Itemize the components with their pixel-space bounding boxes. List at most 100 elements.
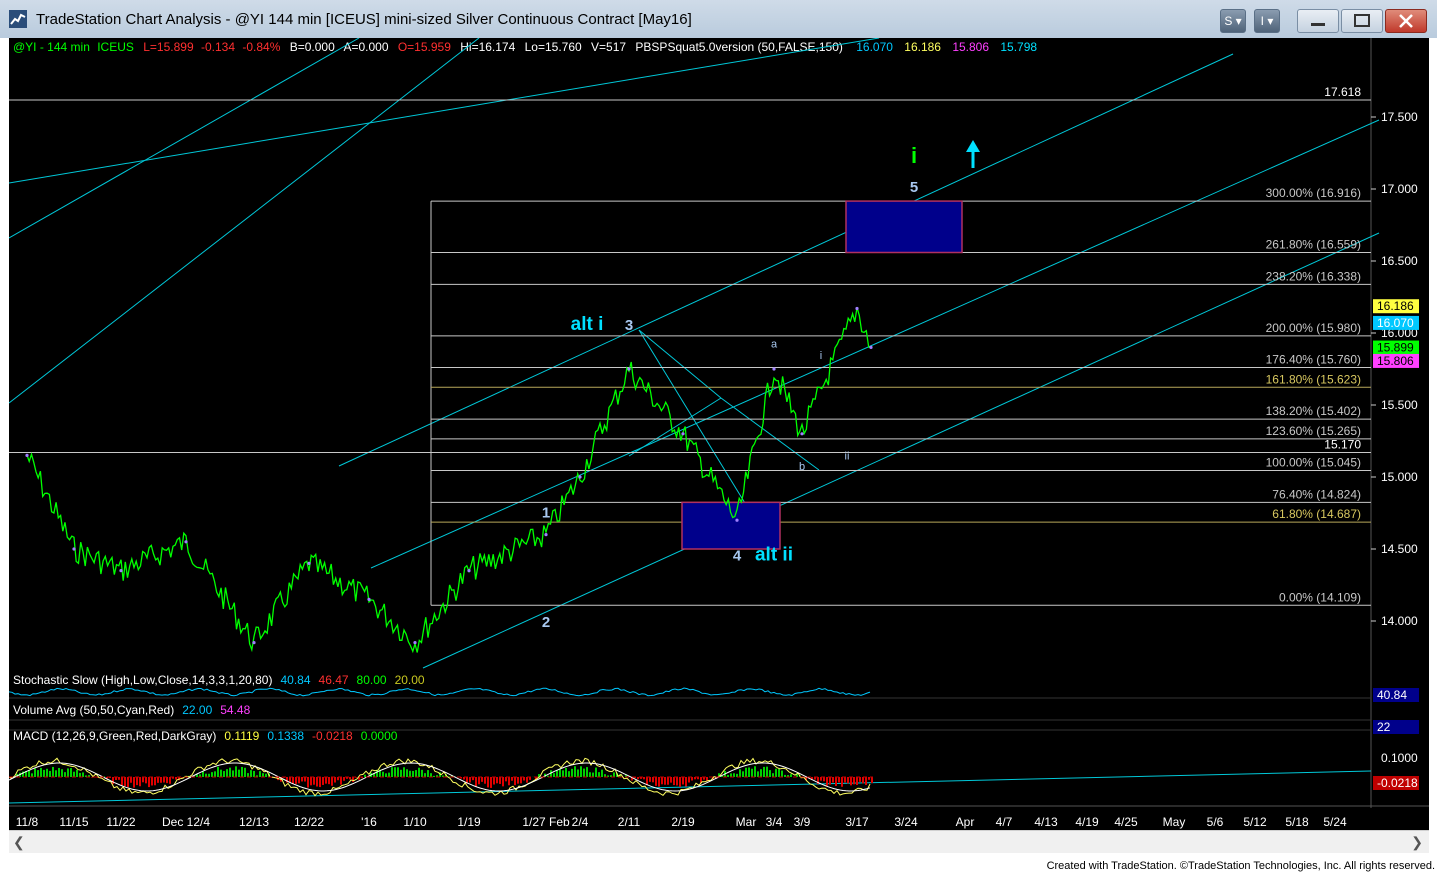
price-point-0	[25, 453, 29, 457]
trend-line-4	[370, 119, 1380, 569]
chart-canvas[interactable]: @YI - 144 min ICEUS L=15.899 -0.134 -0.8…	[8, 37, 1429, 830]
header-ask: A=0.000	[343, 40, 388, 54]
price-point-8	[467, 569, 471, 573]
price-point-17	[869, 345, 873, 349]
wave-label-6: alt i	[571, 314, 604, 335]
wave-label-5: i	[911, 143, 917, 168]
x-tick-label-16: 3/17	[845, 815, 869, 829]
price-marker-0: 16.186	[1377, 299, 1414, 313]
fib-label-2: 238.20% (16.338)	[1266, 269, 1361, 283]
window-title: TradeStation Chart Analysis - @YI 144 mi…	[36, 11, 692, 28]
macd-trend-line	[8, 770, 1372, 804]
x-tick-label-26: 5/18	[1285, 815, 1309, 829]
x-tick-label-12: 2/19	[671, 815, 695, 829]
horizontal-scrollbar[interactable]: ❮ ❯	[9, 830, 1429, 853]
header-last: L=15.899	[143, 40, 194, 54]
trend-line-0	[8, 37, 480, 404]
price-point-6	[367, 597, 371, 602]
x-tick-label-14: 3/4	[766, 815, 783, 829]
scroll-right-icon[interactable]: ❯	[1411, 834, 1423, 851]
indicator-header-1: Volume Avg (50,50,Cyan,Red) 22.00 54.48	[13, 703, 251, 717]
x-tick-label-22: 4/25	[1114, 815, 1138, 829]
header-bid: B=0.000	[290, 40, 335, 54]
volume-marker: 22	[1377, 720, 1391, 734]
wave-label-10: i	[820, 350, 822, 362]
price-point-2	[119, 569, 123, 573]
minimize-button[interactable]	[1297, 9, 1339, 33]
x-tick-label-24: 5/6	[1207, 815, 1224, 829]
header-change-pct: -0.84%	[242, 40, 280, 54]
wave-label-3: 4	[733, 548, 742, 565]
fib-label-5: 161.80% (15.623)	[1266, 372, 1361, 386]
maximize-button[interactable]	[1341, 9, 1383, 33]
price-marker-1: 16.070	[1377, 316, 1414, 330]
cross-line-3	[638, 329, 722, 399]
x-tick-label-9: 1/27 Feb	[522, 815, 570, 829]
header-volume: V=517	[591, 40, 626, 54]
fib-label-3: 200.00% (15.980)	[1266, 321, 1361, 335]
header-study-value-1: 16.070	[856, 40, 893, 54]
trend-line-1	[8, 37, 880, 184]
s-menu-button[interactable]: S ▾	[1220, 9, 1246, 33]
fib-label-4: 176.40% (15.760)	[1266, 353, 1361, 367]
header-study-value-3: 15.806	[952, 40, 989, 54]
fib-label-6: 138.20% (15.402)	[1266, 404, 1361, 418]
price-point-13	[735, 518, 739, 522]
wave-label-8: a	[771, 338, 778, 350]
macd-marker: -0.0218	[1377, 776, 1418, 790]
x-tick-label-20: 4/13	[1034, 815, 1058, 829]
fib-label-9: 76.40% (14.824)	[1272, 487, 1361, 501]
window-titlebar: TradeStation Chart Analysis - @YI 144 mi…	[0, 0, 1437, 38]
y-tick-label-3: 15.500	[1381, 398, 1418, 412]
indicator-header-2: MACD (12,26,9,Green,Red,DarkGray) 0.1119 0…	[13, 729, 398, 743]
y-tick-label-6: 17.000	[1381, 182, 1418, 196]
price-point-14	[772, 367, 776, 371]
header-symbol: @YI - 144 min	[13, 40, 90, 54]
x-tick-label-27: 5/24	[1323, 815, 1347, 829]
price-point-1	[72, 547, 76, 551]
price-point-12	[681, 432, 685, 436]
price-point-9	[544, 533, 548, 537]
wave-label-4: 5	[910, 179, 918, 196]
i-menu-label: I	[1260, 14, 1264, 28]
trend-channels	[8, 37, 1380, 804]
price-point-7	[413, 641, 417, 645]
x-tick-label-11: 2/11	[618, 815, 641, 829]
header-open: O=15.959	[398, 40, 451, 54]
x-tick-label-19: 4/7	[996, 815, 1013, 829]
x-tick-label-10: 2/4	[572, 815, 589, 829]
scroll-left-icon[interactable]: ❮	[13, 834, 25, 851]
y-tick-label-0: 14.000	[1381, 614, 1418, 628]
header-exchange: ICEUS	[97, 40, 134, 54]
hline-label-0: 17.618	[1324, 85, 1361, 99]
header-change: -0.134	[201, 40, 235, 54]
price-point-16	[855, 306, 859, 311]
close-icon	[1399, 14, 1413, 28]
price-point-15	[800, 432, 804, 436]
x-tick-label-7: 1/10	[403, 815, 427, 829]
wave-label-0: 1	[542, 504, 550, 521]
chart-frame[interactable]: @YI - 144 min ICEUS L=15.899 -0.134 -0.8…	[8, 37, 1429, 830]
x-tick-label-5: 12/22	[294, 815, 324, 829]
fib-label-1: 261.80% (16.559)	[1266, 238, 1361, 252]
maximize-icon	[1354, 14, 1370, 27]
i-menu-button[interactable]: I ▾	[1254, 9, 1280, 33]
price-line	[26, 307, 872, 654]
fib-label-8: 100.00% (15.045)	[1266, 456, 1361, 470]
time-axis: 11/8 11/15 11/22 Dec 12/4 12/13 12/22 '16 1/10 1…	[16, 815, 1347, 829]
price-point-10	[578, 475, 582, 479]
y-tick-label-2: 15.000	[1381, 470, 1418, 484]
x-tick-label-15: 3/9	[794, 815, 811, 829]
header-high: Hi=16.174	[460, 40, 515, 54]
price-marker-3: 15.806	[1377, 354, 1414, 368]
close-button[interactable]	[1385, 9, 1427, 33]
wave-label-9: b	[799, 461, 805, 473]
hline-label-1: 15.170	[1324, 438, 1361, 452]
stochastic-marker: 40.84	[1377, 688, 1407, 702]
minimize-icon	[1311, 23, 1325, 26]
y-tick-label-1: 14.500	[1381, 542, 1418, 556]
x-tick-label-1: 11/15	[59, 815, 88, 829]
trend-line-2	[8, 37, 360, 239]
fib-label-7: 123.60% (15.265)	[1266, 424, 1361, 438]
price-point-5	[307, 561, 311, 566]
